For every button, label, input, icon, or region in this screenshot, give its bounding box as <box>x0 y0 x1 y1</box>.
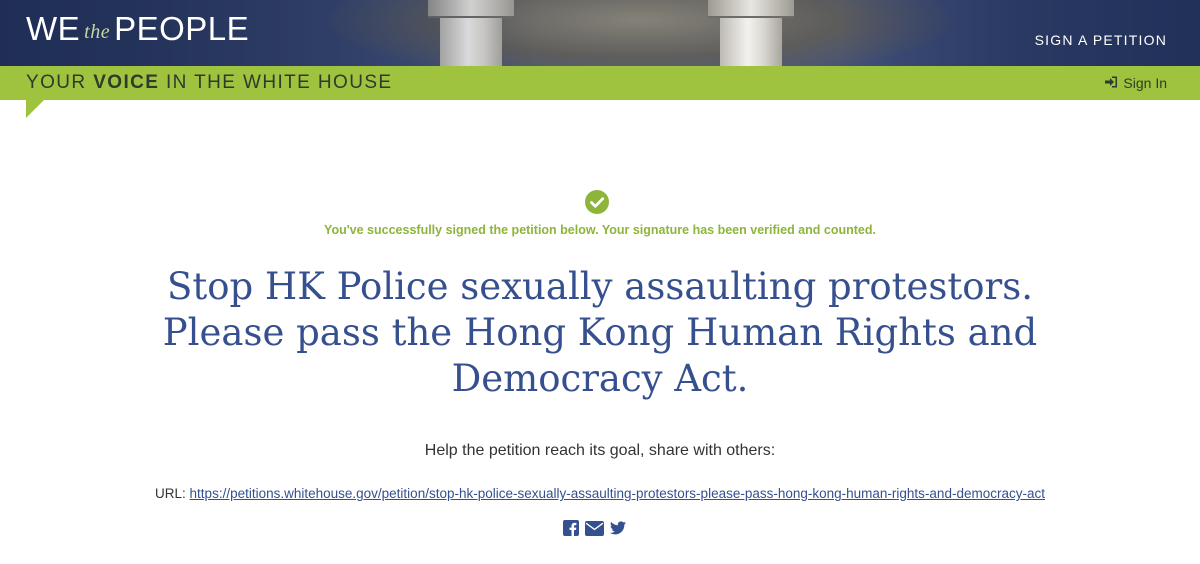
share-icons <box>563 520 626 536</box>
sign-in-icon <box>1105 75 1118 91</box>
sign-in-link[interactable]: Sign In <box>1105 75 1167 91</box>
header-banner: WE the PEOPLE SIGN A PETITION <box>0 0 1200 66</box>
tagline-suffix: IN THE WHITE HOUSE <box>166 72 393 93</box>
logo-people: PEOPLE <box>114 10 250 47</box>
petition-url-link[interactable]: https://petitions.whitehouse.gov/petitio… <box>190 486 1045 501</box>
petition-title: Stop HK Police sexually assaulting prote… <box>162 265 1038 400</box>
email-icon[interactable] <box>585 520 604 536</box>
tagline-bold: VOICE <box>93 72 160 93</box>
tagline-bar-notch <box>26 100 44 118</box>
sign-a-petition-link[interactable]: SIGN A PETITION <box>1035 32 1167 48</box>
we-the-people-logo[interactable]: WE the PEOPLE <box>26 10 249 48</box>
tagline-bar: YOUR VOICE IN THE WHITE HOUSE Sign In <box>0 66 1200 100</box>
facebook-icon[interactable] <box>563 520 579 536</box>
share-prompt: Help the petition reach its goal, share … <box>424 442 776 459</box>
success-message: You've successfully signed the petition … <box>324 223 876 237</box>
success-check-icon <box>585 190 609 214</box>
twitter-icon[interactable] <box>610 521 626 535</box>
tagline-prefix: YOUR <box>26 72 87 93</box>
sign-in-label: Sign In <box>1123 75 1167 91</box>
url-label: URL: <box>155 486 186 501</box>
tagline: YOUR VOICE IN THE WHITE HOUSE <box>26 72 392 94</box>
logo-the: the <box>84 21 111 43</box>
logo-we: WE <box>26 10 81 47</box>
petition-url-line: URL: https://petitions.whitehouse.gov/pe… <box>0 486 1200 501</box>
